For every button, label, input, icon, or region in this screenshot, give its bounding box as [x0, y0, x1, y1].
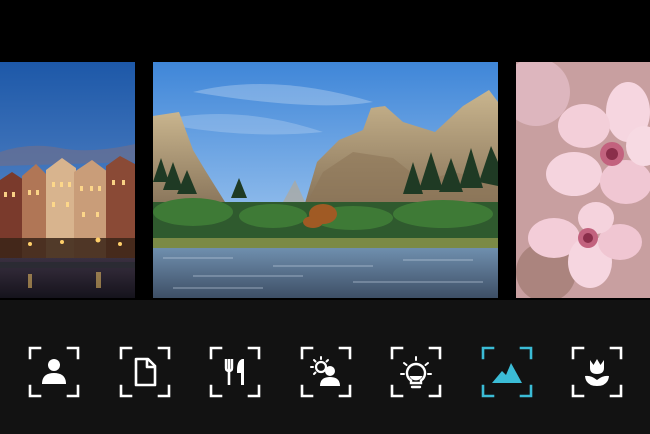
backlit-portrait-icon [300, 346, 352, 398]
backlit-portrait-mode-button[interactable] [300, 346, 352, 398]
photo-harbor-town[interactable] [0, 62, 135, 298]
portrait-mode-button[interactable] [28, 346, 80, 398]
night-bulb-icon [390, 346, 442, 398]
night-mode-button[interactable] [390, 346, 442, 398]
photo-carousel[interactable] [0, 62, 650, 298]
document-icon [119, 346, 171, 398]
food-mode-button[interactable] [209, 346, 261, 398]
landscape-mode-button[interactable] [481, 346, 533, 398]
portrait-icon [28, 346, 80, 398]
mode-selector-bar [0, 300, 650, 434]
photo-pink-blossom[interactable] [516, 62, 650, 298]
flower-icon [571, 346, 623, 398]
food-icon [209, 346, 261, 398]
photo-mountain-valley[interactable] [153, 62, 498, 298]
landscape-icon [481, 346, 533, 398]
flower-mode-button[interactable] [571, 346, 623, 398]
document-mode-button[interactable] [119, 346, 171, 398]
